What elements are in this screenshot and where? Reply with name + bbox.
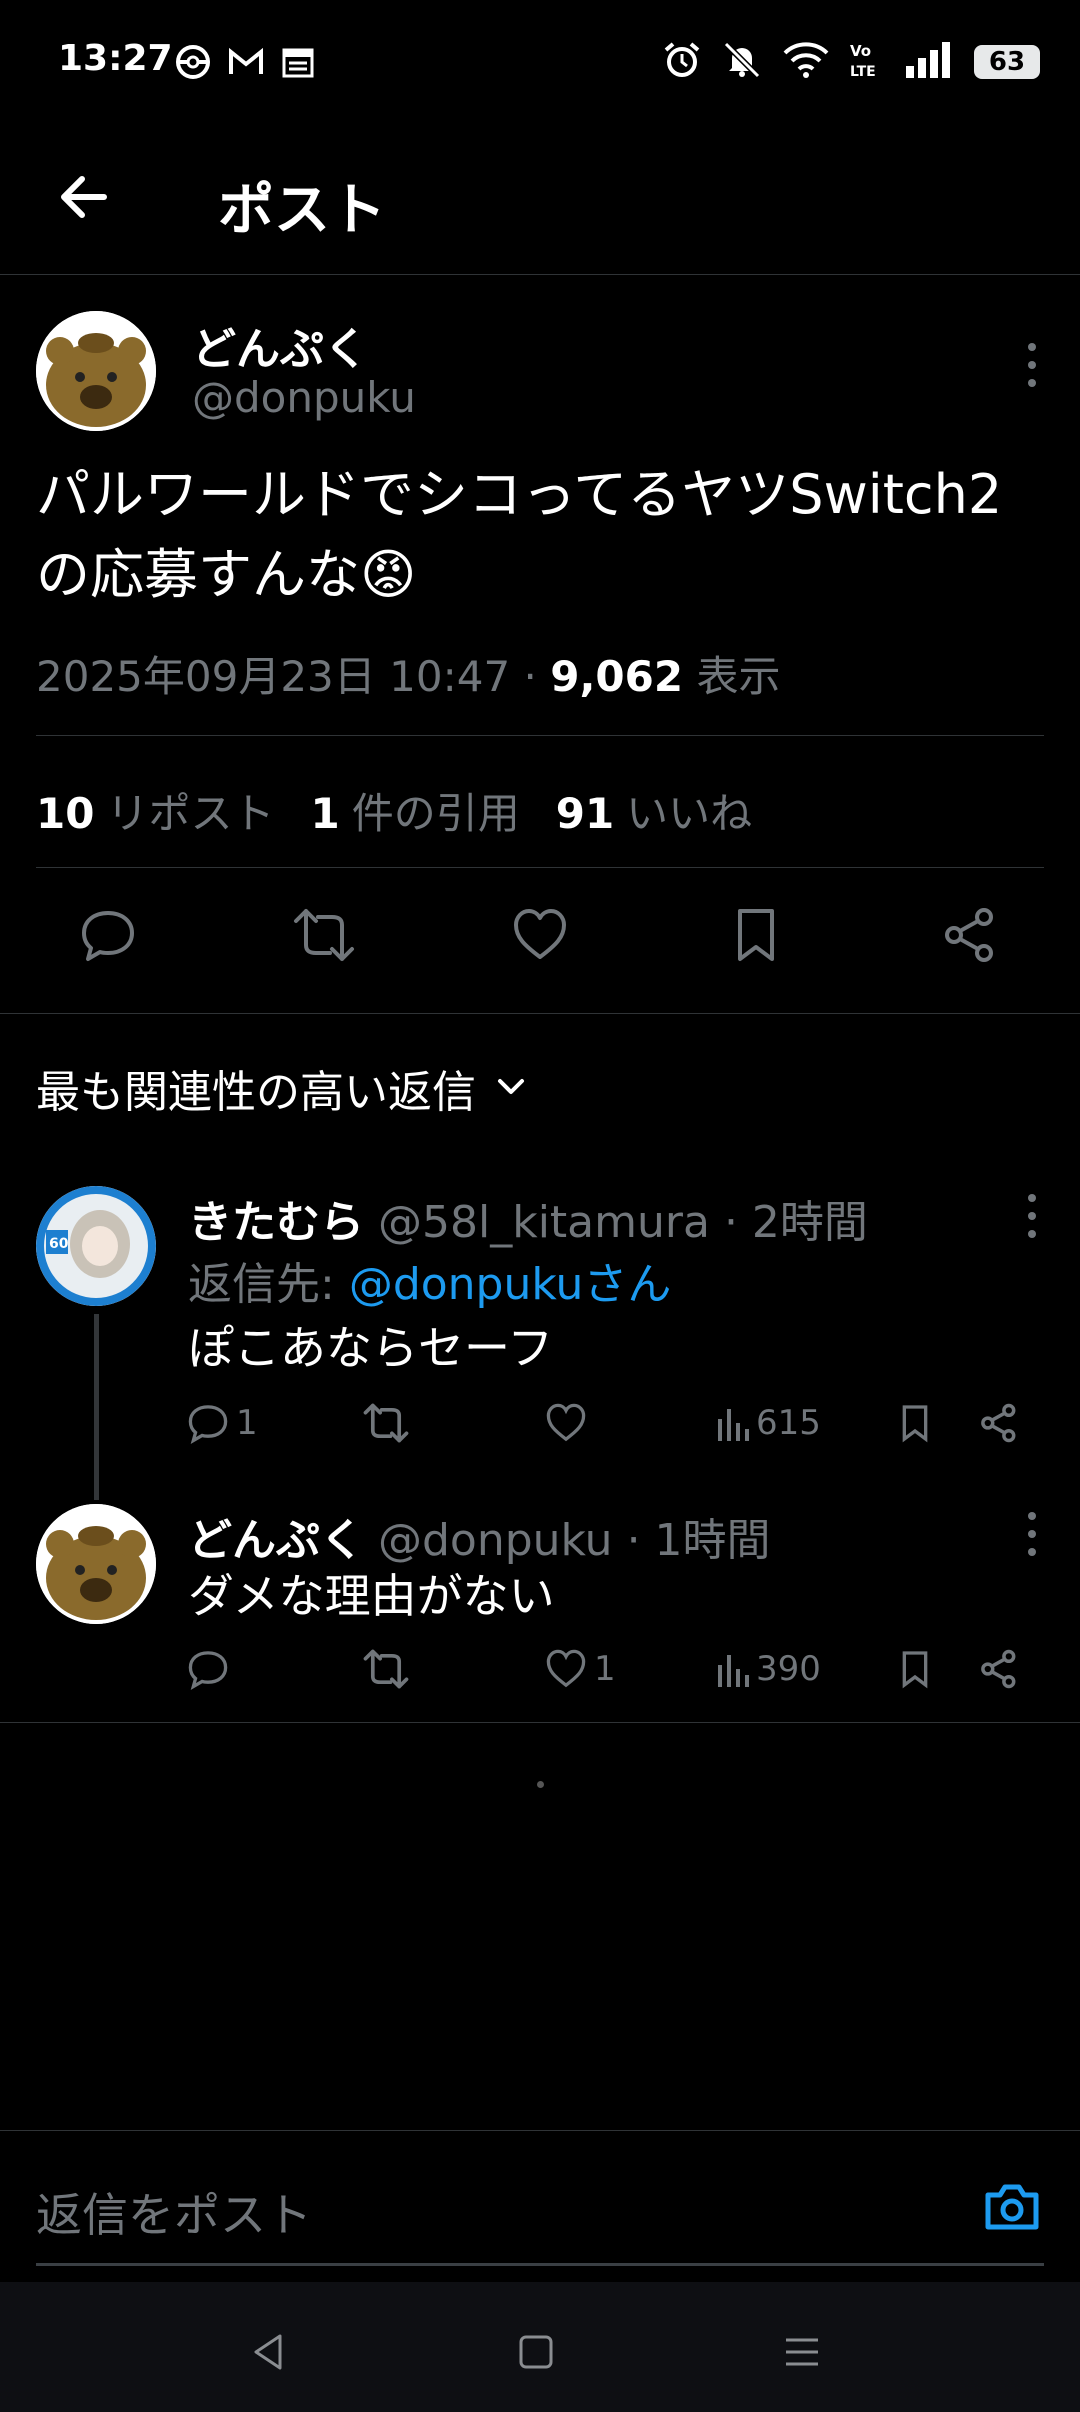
reply-author-name[interactable]: きたむら bbox=[188, 1197, 364, 1248]
nav-menu-icon[interactable] bbox=[772, 2322, 832, 2382]
stat-reposts[interactable]: 10 リポスト bbox=[36, 780, 274, 841]
status-bar: 13:27 Vo LTE 63 bbox=[0, 0, 1080, 125]
battery-icon: 63 bbox=[974, 45, 1040, 79]
reply-to-line: 返信先: @donpukuさん bbox=[188, 1259, 672, 1310]
reply-repost-button[interactable] bbox=[362, 1388, 416, 1458]
divider bbox=[36, 735, 1044, 736]
reply-text: ダメな理由がない bbox=[188, 1569, 555, 1623]
nav-home-icon[interactable] bbox=[506, 2322, 566, 2382]
avatar[interactable] bbox=[36, 1504, 156, 1624]
more-options-icon[interactable] bbox=[1012, 1186, 1052, 1246]
top-app-bar: ポスト bbox=[0, 125, 1080, 275]
more-options-icon[interactable] bbox=[1012, 335, 1052, 395]
reply-actions: 1 615 bbox=[0, 1388, 1080, 1458]
reply-author-handle[interactable]: @58l_kitamura bbox=[378, 1197, 710, 1248]
reply-header: きたむら @58l_kitamura · 2時間 bbox=[188, 1186, 868, 1250]
divider bbox=[36, 867, 1044, 868]
post-timestamp[interactable]: 2025年09月23日 10:47 bbox=[36, 652, 510, 701]
reply-header: どんぷく @donpuku · 1時間 bbox=[188, 1504, 771, 1568]
loading-indicator bbox=[537, 1781, 544, 1788]
reply-item[interactable]: 60 きたむら @58l_kitamura · 2時間 返信先: @donpuku… bbox=[0, 1186, 1080, 1466]
post-actions bbox=[0, 895, 1080, 995]
post-stats: 10 リポスト 1 件の引用 91 いいね bbox=[36, 780, 752, 841]
status-time: 13:27 bbox=[58, 38, 173, 79]
more-options-icon[interactable] bbox=[1012, 1504, 1052, 1564]
system-nav-bar bbox=[0, 2282, 1080, 2412]
reply-like-button[interactable] bbox=[544, 1388, 594, 1458]
author-handle[interactable]: @donpuku bbox=[192, 373, 416, 422]
post-text: パルワールドでシコってるヤツSwitch2の応募すんな😡 bbox=[36, 463, 1003, 606]
svg-text:Vo: Vo bbox=[850, 42, 871, 60]
calendar-icon bbox=[281, 44, 315, 84]
back-arrow-icon[interactable] bbox=[52, 165, 116, 229]
reply-actions: 1 390 bbox=[0, 1634, 1080, 1704]
reply-icon[interactable] bbox=[68, 895, 148, 975]
bookmark-icon[interactable] bbox=[895, 1388, 935, 1458]
bookmark-icon[interactable] bbox=[895, 1634, 935, 1704]
bookmark-icon[interactable] bbox=[716, 895, 796, 975]
author-name[interactable]: どんぷく bbox=[192, 313, 368, 377]
reply-time: · 1時間 bbox=[626, 1515, 771, 1566]
alarm-icon bbox=[662, 40, 702, 84]
svg-text:LTE: LTE bbox=[850, 64, 876, 79]
view-label: 表示 bbox=[696, 652, 781, 701]
reply-views-button[interactable]: 390 bbox=[716, 1634, 821, 1704]
reply-item[interactable]: どんぷく @donpuku · 1時間 ダメな理由がない 1 390 bbox=[0, 1504, 1080, 1714]
share-icon[interactable] bbox=[978, 1388, 1020, 1458]
repost-icon[interactable] bbox=[284, 895, 364, 975]
nav-back-icon[interactable] bbox=[238, 2322, 298, 2382]
mute-icon bbox=[722, 40, 762, 84]
share-icon[interactable] bbox=[978, 1634, 1020, 1704]
reply-to-link[interactable]: @donpukuさん bbox=[349, 1259, 672, 1310]
reply-comment-button[interactable]: 1 bbox=[186, 1388, 258, 1458]
reply-author-handle[interactable]: @donpuku bbox=[378, 1515, 613, 1566]
reply-text: ぽこあならセーフ bbox=[188, 1321, 554, 1375]
signal-icon bbox=[904, 42, 954, 82]
reply-author-name[interactable]: どんぷく bbox=[188, 1515, 364, 1566]
reply-composer: 返信をポスト bbox=[0, 2130, 1080, 2280]
reply-time: · 2時間 bbox=[723, 1197, 868, 1248]
section-divider bbox=[0, 1013, 1080, 1014]
stat-quotes[interactable]: 1 件の引用 bbox=[310, 780, 519, 841]
chevron-down-icon bbox=[494, 1063, 528, 1114]
avatar[interactable] bbox=[36, 311, 156, 431]
post-meta: 2025年09月23日 10:47 · 9,062 表示 bbox=[36, 643, 780, 704]
reply-views-button[interactable]: 615 bbox=[716, 1388, 821, 1458]
pokeball-icon bbox=[175, 44, 211, 84]
svg-text:60: 60 bbox=[49, 1236, 69, 1252]
volte-icon: Vo LTE bbox=[850, 41, 884, 83]
share-icon[interactable] bbox=[930, 895, 1010, 975]
section-divider bbox=[0, 1722, 1080, 1723]
page-title: ポスト bbox=[218, 178, 386, 243]
wifi-icon bbox=[782, 41, 830, 83]
reply-input[interactable]: 返信をポスト bbox=[36, 2179, 312, 2245]
view-count: 9,062 bbox=[550, 652, 684, 701]
like-heart-icon[interactable] bbox=[500, 895, 580, 975]
reply-comment-button[interactable] bbox=[186, 1634, 236, 1704]
stat-likes[interactable]: 91 いいね bbox=[556, 780, 752, 841]
input-underline bbox=[36, 2263, 1044, 2266]
reply-sort-dropdown[interactable]: 最も関連性の高い返信 bbox=[36, 1056, 528, 1120]
gmail-icon bbox=[227, 44, 265, 84]
reply-repost-button[interactable] bbox=[362, 1634, 416, 1704]
thread-connector bbox=[94, 1314, 99, 1500]
camera-icon[interactable] bbox=[980, 2175, 1044, 2239]
meta-separator: · bbox=[510, 652, 551, 701]
avatar[interactable]: 60 bbox=[36, 1186, 156, 1306]
reply-like-button[interactable]: 1 bbox=[544, 1634, 616, 1704]
sort-label: 最も関連性の高い返信 bbox=[36, 1067, 476, 1118]
